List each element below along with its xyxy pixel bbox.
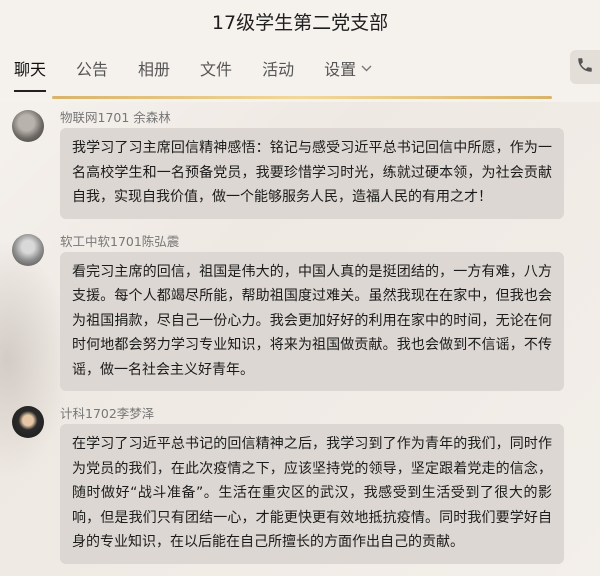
title-bar: 17级学生第二党支部	[0, 0, 600, 42]
sender-name[interactable]: 软工中软1701陈弘震	[60, 232, 590, 252]
message-feed[interactable]: 物联网1701 余森林 我学习了习主席回信精神感悟：铭记与感受习近平总书记回信中…	[0, 102, 600, 564]
tab-activities[interactable]: 活动	[262, 42, 294, 94]
tab-chat[interactable]: 聊天	[14, 42, 47, 94]
chevron-down-icon	[361, 61, 372, 75]
tab-settings[interactable]: 设置	[324, 42, 372, 94]
avatar[interactable]	[12, 406, 44, 438]
sender-name[interactable]: 计科1702李梦泽	[60, 404, 590, 424]
avatar[interactable]	[12, 110, 44, 142]
chat-message: 计科1702李梦泽 在学习了习近平总书记的回信精神之后，我学习到了作为青年的我们…	[0, 404, 600, 564]
tab-settings-label: 设置	[324, 60, 357, 79]
group-title: 17级学生第二党支部	[211, 11, 389, 34]
tab-announcements-label: 公告	[76, 60, 109, 79]
tab-announcements[interactable]: 公告	[76, 42, 108, 94]
chat-message: 物联网1701 余森林 我学习了习主席回信精神感悟：铭记与感受习近平总书记回信中…	[0, 108, 600, 219]
avatar[interactable]	[12, 233, 44, 266]
chat-message: 软工中软1701陈弘震 看完习主席的回信，祖国是伟大的，中国人真的是挺团结的，一…	[0, 232, 600, 391]
message-bubble: 看完习主席的回信，祖国是伟大的，中国人真的是挺团结的，一方有难，八方支援。每个人…	[60, 251, 564, 391]
tab-album-label: 相册	[138, 60, 171, 79]
tab-files-label: 文件	[200, 60, 233, 79]
message-bubble: 在学习了习近平总书记的回信精神之后，我学习到了作为青年的我们，同时作为党员的我们…	[60, 424, 564, 564]
phone-icon	[576, 56, 594, 78]
call-button[interactable]	[570, 50, 600, 84]
tab-activities-label: 活动	[262, 60, 295, 79]
message-bubble: 我学习了习主席回信精神感悟：铭记与感受习近平总书记回信中所愿，作为一名高校学生和…	[60, 128, 564, 219]
sender-name[interactable]: 物联网1701 余森林	[60, 108, 590, 128]
tab-chat-label: 聊天	[14, 60, 47, 79]
tab-files[interactable]: 文件	[200, 42, 232, 94]
decorative-divider	[0, 94, 600, 102]
tab-bar: 聊天 公告 相册 文件 活动 设置	[0, 42, 600, 94]
tab-album[interactable]: 相册	[138, 42, 170, 94]
